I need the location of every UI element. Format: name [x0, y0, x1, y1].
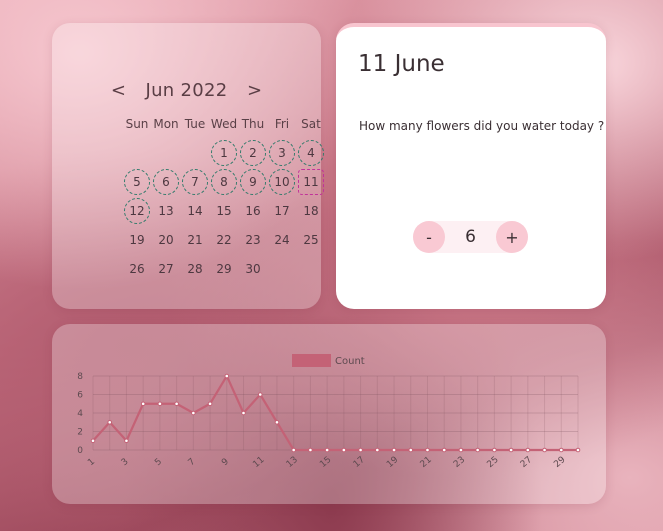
data-point	[408, 447, 414, 453]
day-detail-panel: 11 June How many flowers did you water t…	[336, 23, 606, 309]
x-tick-label: 17	[352, 455, 367, 470]
data-point	[508, 447, 514, 453]
data-point	[475, 447, 480, 453]
data-point	[525, 447, 531, 453]
x-tick-label: 9	[220, 457, 231, 469]
calendar-day[interactable]: 12	[124, 198, 150, 224]
month-label: Jun 2022	[145, 79, 228, 101]
calendar-day[interactable]: 7	[182, 169, 208, 195]
data-point	[308, 447, 313, 453]
data-point	[324, 447, 330, 453]
calendar-day[interactable]: 25	[298, 227, 324, 253]
data-point	[441, 447, 447, 453]
data-point	[174, 401, 179, 407]
flower-count-stepper: - 6 +	[413, 221, 528, 253]
data-point	[492, 447, 497, 453]
calendar-day[interactable]: 28	[182, 256, 208, 282]
data-point	[207, 401, 213, 407]
legend-label: Count	[335, 356, 365, 367]
calendar-day[interactable]: 6	[153, 169, 179, 195]
calendar-day[interactable]: 29	[211, 256, 237, 282]
x-tick-label: 11	[251, 455, 266, 470]
data-point	[224, 373, 230, 379]
count-chart-panel: 0 2 4 6 8 1 3 5 7 9 11 13 15 17 19 21 23 25 27 29 Count	[52, 324, 606, 504]
data-point	[191, 410, 196, 416]
selected-date-title: 11 June	[358, 51, 445, 77]
x-tick-label: 7	[187, 457, 198, 468]
data-point	[458, 447, 464, 453]
calendar-day[interactable]: 27	[153, 256, 179, 282]
increment-button[interactable]: +	[496, 221, 528, 253]
prev-month-button[interactable]: <	[103, 80, 133, 101]
data-point	[274, 419, 280, 425]
calendar-day[interactable]: 1	[211, 140, 237, 166]
calendar-day[interactable]: 8	[211, 169, 237, 195]
data-point	[291, 447, 296, 453]
calendar-header: < Jun 2022 >	[52, 75, 321, 105]
weekday-header: Sat	[301, 117, 321, 131]
x-tick-label: 5	[153, 457, 164, 468]
x-tick-label: 13	[285, 455, 300, 470]
data-point	[90, 438, 96, 444]
x-tick-label: 25	[485, 455, 500, 470]
calendar-day[interactable]: 9	[240, 169, 266, 195]
calendar-day[interactable]: 15	[211, 198, 237, 224]
data-point	[425, 447, 430, 453]
watering-question: How many flowers did you water today ?	[359, 119, 605, 133]
x-tick-label: 15	[318, 455, 333, 470]
calendar-panel: < Jun 2022 > Sun Mon Tue Wed Thu Fri Sat 1 2 3 4 5 6…	[52, 23, 324, 309]
calendar-day[interactable]: 23	[240, 227, 266, 253]
calendar-day-selected[interactable]: 11	[298, 169, 324, 195]
x-tick-label: 1	[86, 457, 97, 468]
calendar-day[interactable]: 24	[269, 227, 295, 253]
calendar-day[interactable]: 17	[269, 198, 295, 224]
x-tick-label: 21	[419, 455, 434, 470]
calendar-day[interactable]: 20	[153, 227, 179, 253]
x-tick-label: 29	[552, 455, 567, 470]
y-tick-label: 8	[77, 372, 83, 382]
calendar-day[interactable]: 2	[240, 140, 266, 166]
calendar-day[interactable]: 3	[269, 140, 295, 166]
calendar-day[interactable]: 19	[124, 227, 150, 253]
y-tick-label: 0	[77, 446, 83, 456]
calendar-day[interactable]: 13	[153, 198, 179, 224]
data-point	[391, 447, 397, 453]
legend-swatch	[292, 354, 331, 367]
data-point	[157, 401, 163, 407]
calendar-day[interactable]: 14	[182, 198, 208, 224]
data-point	[558, 447, 564, 453]
data-point	[542, 447, 547, 453]
x-tick-label: 27	[519, 455, 534, 470]
data-point	[140, 401, 146, 407]
x-tick-label: 3	[120, 457, 131, 468]
data-point	[107, 419, 113, 425]
data-point	[257, 392, 263, 397]
x-tick-label: 23	[452, 455, 467, 470]
data-point	[124, 438, 129, 444]
calendar-day[interactable]: 10	[269, 169, 295, 195]
calendar-day[interactable]: 5	[124, 169, 150, 195]
y-tick-label: 4	[77, 409, 83, 419]
decrement-button[interactable]: -	[413, 221, 445, 253]
calendar-day[interactable]: 18	[298, 198, 324, 224]
calendar-day[interactable]: 26	[124, 256, 150, 282]
data-point	[341, 447, 347, 453]
y-tick-label: 6	[77, 391, 83, 401]
data-point	[241, 410, 246, 416]
calendar-day[interactable]: 22	[211, 227, 237, 253]
data-point	[358, 447, 363, 453]
calendar-day[interactable]: 21	[182, 227, 208, 253]
data-point	[375, 447, 380, 453]
y-tick-label: 2	[77, 428, 83, 438]
count-line-chart: 024681 3 5 7 9 11 13 15 17 19 21 23 25 27 29Count	[77, 354, 581, 470]
data-point	[575, 447, 581, 453]
x-tick-label: 19	[385, 455, 400, 470]
calendar-day[interactable]: 16	[240, 198, 266, 224]
flower-count-value[interactable]: 6	[445, 221, 496, 253]
next-month-button[interactable]: >	[240, 80, 270, 101]
calendar-day[interactable]: 4	[298, 140, 324, 166]
calendar-day[interactable]: 30	[240, 256, 266, 282]
